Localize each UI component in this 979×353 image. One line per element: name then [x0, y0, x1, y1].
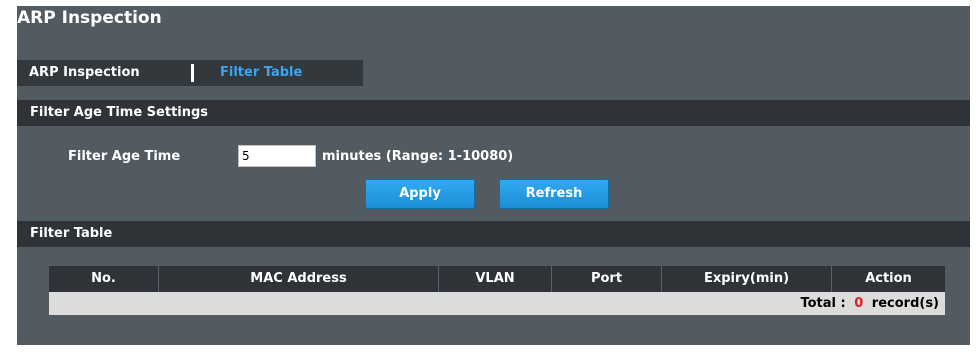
column-header-expiry: Expiry(min) — [662, 266, 832, 292]
tab-bar: ARP Inspection Filter Table — [17, 60, 363, 86]
column-header-action: Action — [865, 271, 912, 286]
section-header-age-settings: Filter Age Time Settings — [17, 100, 970, 126]
column-header-port: Port — [552, 266, 662, 292]
total-label: Total : — [800, 296, 846, 311]
apply-button[interactable]: Apply — [365, 179, 475, 209]
filter-age-time-units: minutes (Range: 1-10080) — [322, 149, 514, 164]
section-header-filter-table: Filter Table — [17, 221, 970, 247]
table-header-row: No. MAC Address VLAN Port Expiry(min) Ac… — [49, 266, 945, 292]
column-header-no: No. — [49, 266, 159, 292]
refresh-button[interactable]: Refresh — [499, 179, 609, 209]
tab-filter-table[interactable]: Filter Table — [194, 60, 302, 86]
total-suffix: record(s) — [871, 296, 939, 311]
filter-age-time-input[interactable] — [238, 145, 316, 167]
total-count: 0 — [854, 296, 864, 311]
column-header-vlan: VLAN — [439, 266, 552, 292]
page-title: ARP Inspection — [17, 8, 162, 28]
filter-age-time-label: Filter Age Time — [68, 149, 181, 164]
filter-table: No. MAC Address VLAN Port Expiry(min) Ac… — [49, 266, 945, 315]
column-header-mac-address: MAC Address — [159, 266, 439, 292]
table-total-row: Total : 0 record(s) — [49, 292, 945, 315]
tab-arp-inspection[interactable]: ARP Inspection — [17, 60, 177, 86]
